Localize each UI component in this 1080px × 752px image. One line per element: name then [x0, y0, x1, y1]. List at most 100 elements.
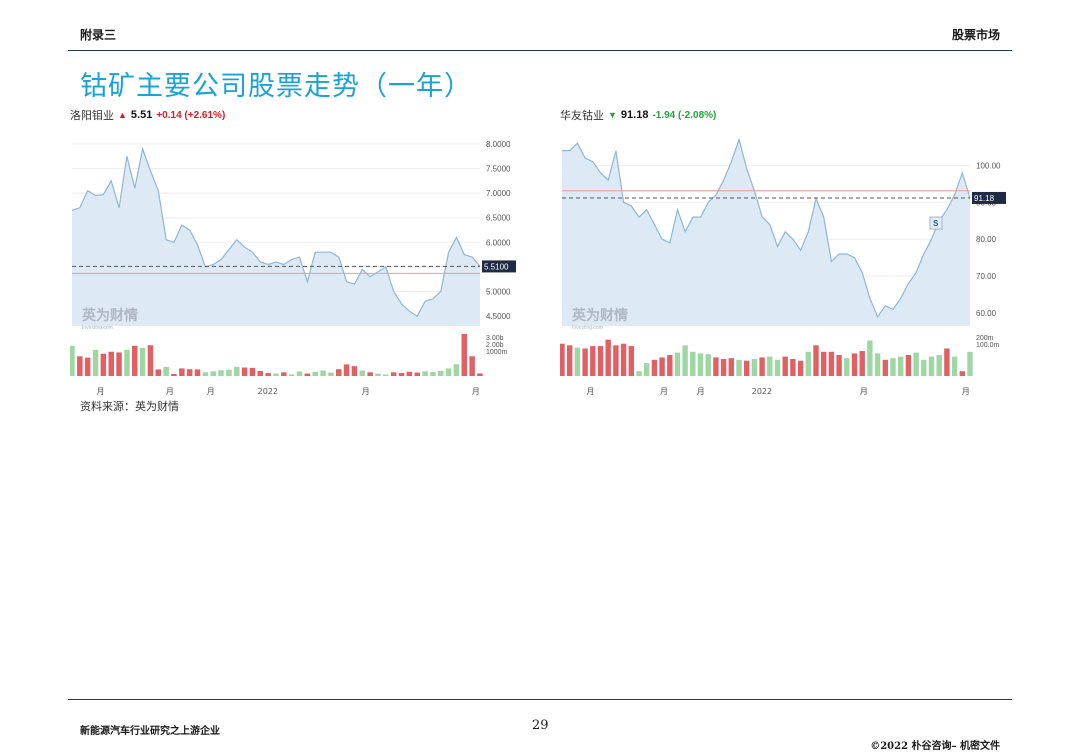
volume-bar [304, 373, 311, 376]
volume-bar [77, 356, 83, 376]
volume-bar [720, 359, 727, 376]
volume-tick-label: 100.0m [976, 342, 1000, 349]
volume-bar [967, 351, 973, 376]
volume-bar [461, 334, 467, 376]
volume-tick-label: 200m [976, 335, 994, 342]
y-tick-label: 8.0000 [486, 140, 511, 149]
volume-bar [882, 359, 888, 376]
volume-bar [155, 369, 161, 376]
y-tick-label: 4.5000 [486, 312, 511, 321]
x-tick-label: 2022 [258, 387, 278, 396]
volume-bar [351, 366, 358, 376]
volume-bar [905, 355, 912, 376]
x-tick-label: 月 [207, 387, 215, 396]
volume-tick-label: 1000m [486, 349, 508, 356]
volume-bar [744, 360, 750, 376]
volume-bar [582, 348, 588, 376]
volume-bar [194, 369, 201, 376]
volume-bar [139, 347, 146, 376]
stock-change: -1.94 (-2.08%) [652, 109, 717, 121]
volume-bar [613, 345, 619, 376]
volume-bar [70, 345, 75, 376]
volume-bar [469, 356, 475, 376]
volume-bar [398, 373, 405, 376]
volume-bar [736, 359, 742, 376]
volume-bar [132, 345, 138, 376]
footer-copyright: ©2022 朴谷咨询– 机密文件 [870, 741, 1000, 752]
volume-bar [477, 373, 483, 376]
stock-chart-huayou: 100.0090.0080.0070.0060.0091.18S英为财情Inve… [560, 134, 1006, 396]
volume-bar [620, 343, 627, 376]
volume-bar [944, 348, 950, 376]
page-number: 29 [532, 718, 549, 733]
volume-bar [836, 355, 842, 376]
volume-bar [844, 358, 850, 376]
volume-bar [959, 371, 965, 376]
y-tick-label: 80.00 [976, 235, 997, 244]
header-appendix-label: 附录三 [80, 28, 117, 42]
volume-bar [445, 368, 452, 376]
footer-divider [68, 699, 1012, 700]
volume-bar [890, 358, 896, 376]
stock-price: 91.18 [620, 109, 649, 121]
x-tick-label: 月 [660, 387, 668, 396]
x-tick-label: 月 [860, 387, 868, 396]
volume-bar [728, 358, 734, 376]
x-tick-label: 月 [587, 387, 595, 396]
volume-bar [179, 368, 185, 376]
stock-name: 洛阳钼业 [70, 110, 114, 122]
volume-bar [751, 359, 758, 376]
x-tick-label: 月 [472, 387, 480, 396]
y-tick-label: 6.0000 [486, 238, 511, 247]
stock-quote-header: 洛阳钼业 ▲ 5.51 +0.14 (+2.61%) [70, 104, 532, 126]
volume-bar [790, 359, 796, 376]
volume-bar [867, 340, 873, 376]
volume-bar [898, 356, 904, 376]
volume-bar [281, 372, 287, 376]
volume-bar [928, 356, 935, 376]
volume-bar [328, 372, 334, 376]
volume-bar [273, 373, 279, 376]
volume-bar [147, 345, 154, 376]
stock-name: 华友钴业 [560, 110, 604, 122]
volume-bar [667, 355, 673, 376]
x-tick-label: 月 [697, 387, 705, 396]
volume-bar [851, 353, 858, 376]
volume-bar [422, 371, 428, 376]
y-tick-label: 7.5000 [486, 164, 511, 173]
volume-bar [296, 371, 303, 376]
volume-bar [359, 370, 365, 376]
volume-bar [913, 352, 919, 376]
y-tick-label: 6.5000 [486, 214, 511, 223]
volume-tick-label: 2.00b [486, 342, 504, 349]
watermark-sub: Investing.com [82, 325, 113, 331]
volume-bar [797, 360, 804, 376]
volume-bar [767, 356, 773, 376]
volume-bar [186, 369, 193, 376]
volume-bar [100, 353, 107, 376]
volume-bar [705, 354, 711, 376]
volume-bar [828, 351, 835, 376]
x-tick-label: 月 [97, 387, 105, 396]
current-price-label: 5.5100 [484, 262, 509, 271]
page-title: 钴矿主要公司股票走势（一年） [80, 71, 472, 102]
volume-bar [210, 371, 216, 376]
volume-bar [336, 369, 342, 376]
y-tick-label: 60.00 [976, 309, 997, 318]
volume-bar [759, 357, 765, 376]
header-section-label: 股票市场 [951, 28, 1000, 42]
y-tick-label: 7.0000 [486, 189, 511, 198]
volume-bar [438, 370, 444, 376]
volume-bar [821, 351, 827, 376]
volume-bar [697, 353, 704, 376]
x-tick-label: 月 [362, 387, 370, 396]
volume-bar [567, 345, 573, 376]
down-arrow-icon: ▼ [608, 110, 617, 120]
y-tick-label: 5.0000 [486, 288, 511, 297]
volume-bar [659, 357, 665, 376]
stock-chart-luoyang: 8.00007.50007.00006.50006.00005.50005.00… [70, 134, 516, 396]
volume-bar [249, 367, 256, 376]
volume-bar [628, 346, 634, 376]
volume-bar [406, 371, 413, 376]
watermark-sub: Investing.com [572, 325, 603, 331]
